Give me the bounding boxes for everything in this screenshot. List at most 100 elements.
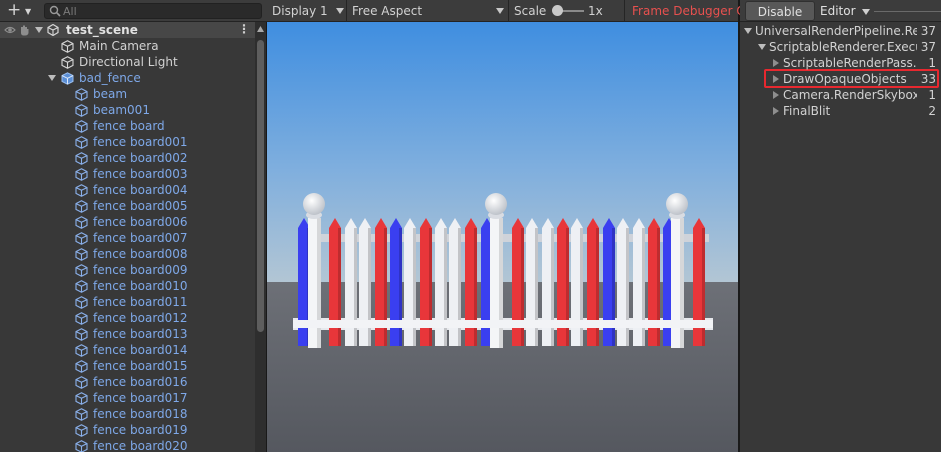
hierarchy-item[interactable]: fence board014	[0, 342, 255, 358]
hierarchy-item-label: fence board009	[93, 263, 188, 277]
hierarchy-item-label: Main Camera	[79, 39, 159, 53]
hierarchy-item-label: beam	[93, 87, 128, 101]
hierarchy-item[interactable]: fence board004	[0, 182, 255, 198]
event-row[interactable]: UniversalRenderPipeline.Rer 37	[740, 23, 941, 39]
search-field[interactable]	[44, 3, 262, 19]
scene-name: test_scene	[66, 23, 138, 37]
event-slider[interactable]	[874, 11, 941, 12]
chevron-down-icon	[862, 9, 871, 15]
hierarchy-item[interactable]: Directional Light	[0, 54, 255, 70]
hierarchy-item[interactable]: Main Camera	[0, 38, 255, 54]
gameobject-cube-icon	[75, 328, 88, 341]
hierarchy-item[interactable]: fence board020	[0, 438, 255, 452]
expand-triangle-icon[interactable]	[772, 75, 780, 83]
hierarchy-item[interactable]: fence board011	[0, 294, 255, 310]
gameobject-cube-icon	[75, 184, 88, 197]
hierarchy-item[interactable]: fence board009	[0, 262, 255, 278]
hierarchy-item[interactable]: beam001	[0, 102, 255, 118]
gameobject-cube-icon	[75, 424, 88, 437]
frame-debugger-panel: Disable Editor UniversalRenderPipeline.R…	[740, 0, 941, 452]
add-button[interactable]: + ▼	[3, 2, 37, 20]
hierarchy-item[interactable]: fence board005	[0, 198, 255, 214]
editor-dropdown[interactable]: Editor	[820, 0, 871, 22]
hierarchy-item-label: Directional Light	[79, 55, 178, 69]
more-options-icon[interactable]: ⋮	[238, 22, 250, 36]
hierarchy-item[interactable]: bad_fence	[0, 70, 255, 86]
hierarchy-item-label: fence board018	[93, 407, 188, 421]
expand-triangle-icon[interactable]	[772, 91, 780, 99]
pickable-hand-icon[interactable]	[19, 24, 30, 36]
fence-board-shade	[354, 228, 357, 346]
hierarchy-item-label: fence board011	[93, 295, 188, 309]
hierarchy-item-label: fence board006	[93, 215, 188, 229]
gameobject-cube-icon	[75, 376, 88, 389]
hierarchy-item[interactable]: fence board017	[0, 390, 255, 406]
hierarchy-item[interactable]: fence board019	[0, 422, 255, 438]
gameobject-cube-icon	[75, 152, 88, 165]
event-row[interactable]: FinalBlit 2	[740, 103, 941, 119]
hierarchy-item[interactable]: fence board	[0, 118, 255, 134]
event-draw-count: 33	[920, 72, 936, 86]
scrollbar-thumb[interactable]	[257, 40, 264, 332]
hierarchy-item[interactable]: fence board003	[0, 166, 255, 182]
hierarchy-item-label: beam001	[93, 103, 150, 117]
gameobject-cube-icon	[75, 88, 88, 101]
hierarchy-item-label: fence board019	[93, 423, 188, 437]
hierarchy-item-label: fence board010	[93, 279, 188, 293]
frame-event-list: UniversalRenderPipeline.Rer 37 ScriptableR…	[740, 22, 941, 452]
hierarchy-scrollbar[interactable]	[255, 22, 266, 452]
expand-triangle-icon[interactable]	[35, 26, 43, 34]
hierarchy-item[interactable]: fence board001	[0, 134, 255, 150]
hierarchy-item[interactable]: fence board006	[0, 214, 255, 230]
hierarchy-item[interactable]: fence board012	[0, 310, 255, 326]
event-draw-count: 1	[928, 56, 936, 70]
gameobject-cube-icon	[61, 56, 74, 69]
frame-debugger-toolbar: Disable Editor	[740, 0, 941, 22]
expand-triangle-icon[interactable]	[48, 74, 56, 82]
prefab-cube-icon	[61, 72, 74, 85]
display-dropdown[interactable]: Display 1	[272, 0, 328, 22]
chevron-down-icon	[496, 8, 504, 14]
collapse-triangle-icon[interactable]	[744, 27, 752, 35]
search-input[interactable]	[63, 4, 253, 18]
fence-board-shade	[368, 228, 371, 346]
event-row[interactable]: Camera.RenderSkybox 1	[740, 87, 941, 103]
collapse-triangle-icon[interactable]	[758, 43, 766, 51]
hierarchy-item[interactable]: fence board002	[0, 150, 255, 166]
gameobject-cube-icon	[75, 216, 88, 229]
scene-row[interactable]: test_scene ⋮	[0, 22, 255, 38]
event-row-highlighted[interactable]: DrawOpaqueObjects 33	[740, 71, 941, 87]
event-name: UniversalRenderPipeline.Rer	[755, 24, 917, 38]
hierarchy-item[interactable]: fence board010	[0, 278, 255, 294]
event-row[interactable]: ScriptableRenderer.Execul 37	[740, 39, 941, 55]
fence-rail-front	[293, 320, 713, 328]
gameobject-cube-icon	[75, 248, 88, 261]
game-view-toolbar: Display 1 Free Aspect Scale 1x Frame Deb…	[266, 0, 746, 22]
hierarchy-item[interactable]: fence board016	[0, 374, 255, 390]
gameobject-cube-icon	[75, 168, 88, 181]
gameobject-cube-icon	[75, 440, 88, 452]
hierarchy-item[interactable]: fence board015	[0, 358, 255, 374]
fence-post-ball	[485, 193, 507, 215]
hierarchy-item[interactable]: fence board007	[0, 230, 255, 246]
gameobject-cube-icon	[75, 136, 88, 149]
scale-slider-handle[interactable]	[552, 5, 563, 16]
hierarchy-item[interactable]: beam	[0, 86, 255, 102]
disable-button[interactable]: Disable	[745, 1, 815, 21]
expand-triangle-icon[interactable]	[772, 107, 780, 115]
event-row[interactable]: ScriptableRenderPass.Co 1	[740, 55, 941, 71]
hierarchy-item-label: fence board004	[93, 183, 188, 197]
scale-label: Scale	[514, 4, 547, 18]
scroll-up-icon[interactable]	[257, 26, 264, 32]
hierarchy-item[interactable]: fence board018	[0, 406, 255, 422]
hierarchy-item[interactable]: fence board008	[0, 246, 255, 262]
game-viewport[interactable]	[267, 22, 738, 452]
hierarchy-item-label: fence board002	[93, 151, 188, 165]
fence-board-shade	[580, 228, 583, 346]
expand-triangle-icon[interactable]	[772, 59, 780, 67]
hierarchy-item[interactable]: fence board013	[0, 326, 255, 342]
gameobject-cube-icon	[61, 40, 74, 53]
event-name: Camera.RenderSkybox	[783, 88, 917, 102]
aspect-dropdown[interactable]: Free Aspect	[352, 0, 422, 22]
visibility-eye-icon[interactable]	[4, 25, 16, 35]
